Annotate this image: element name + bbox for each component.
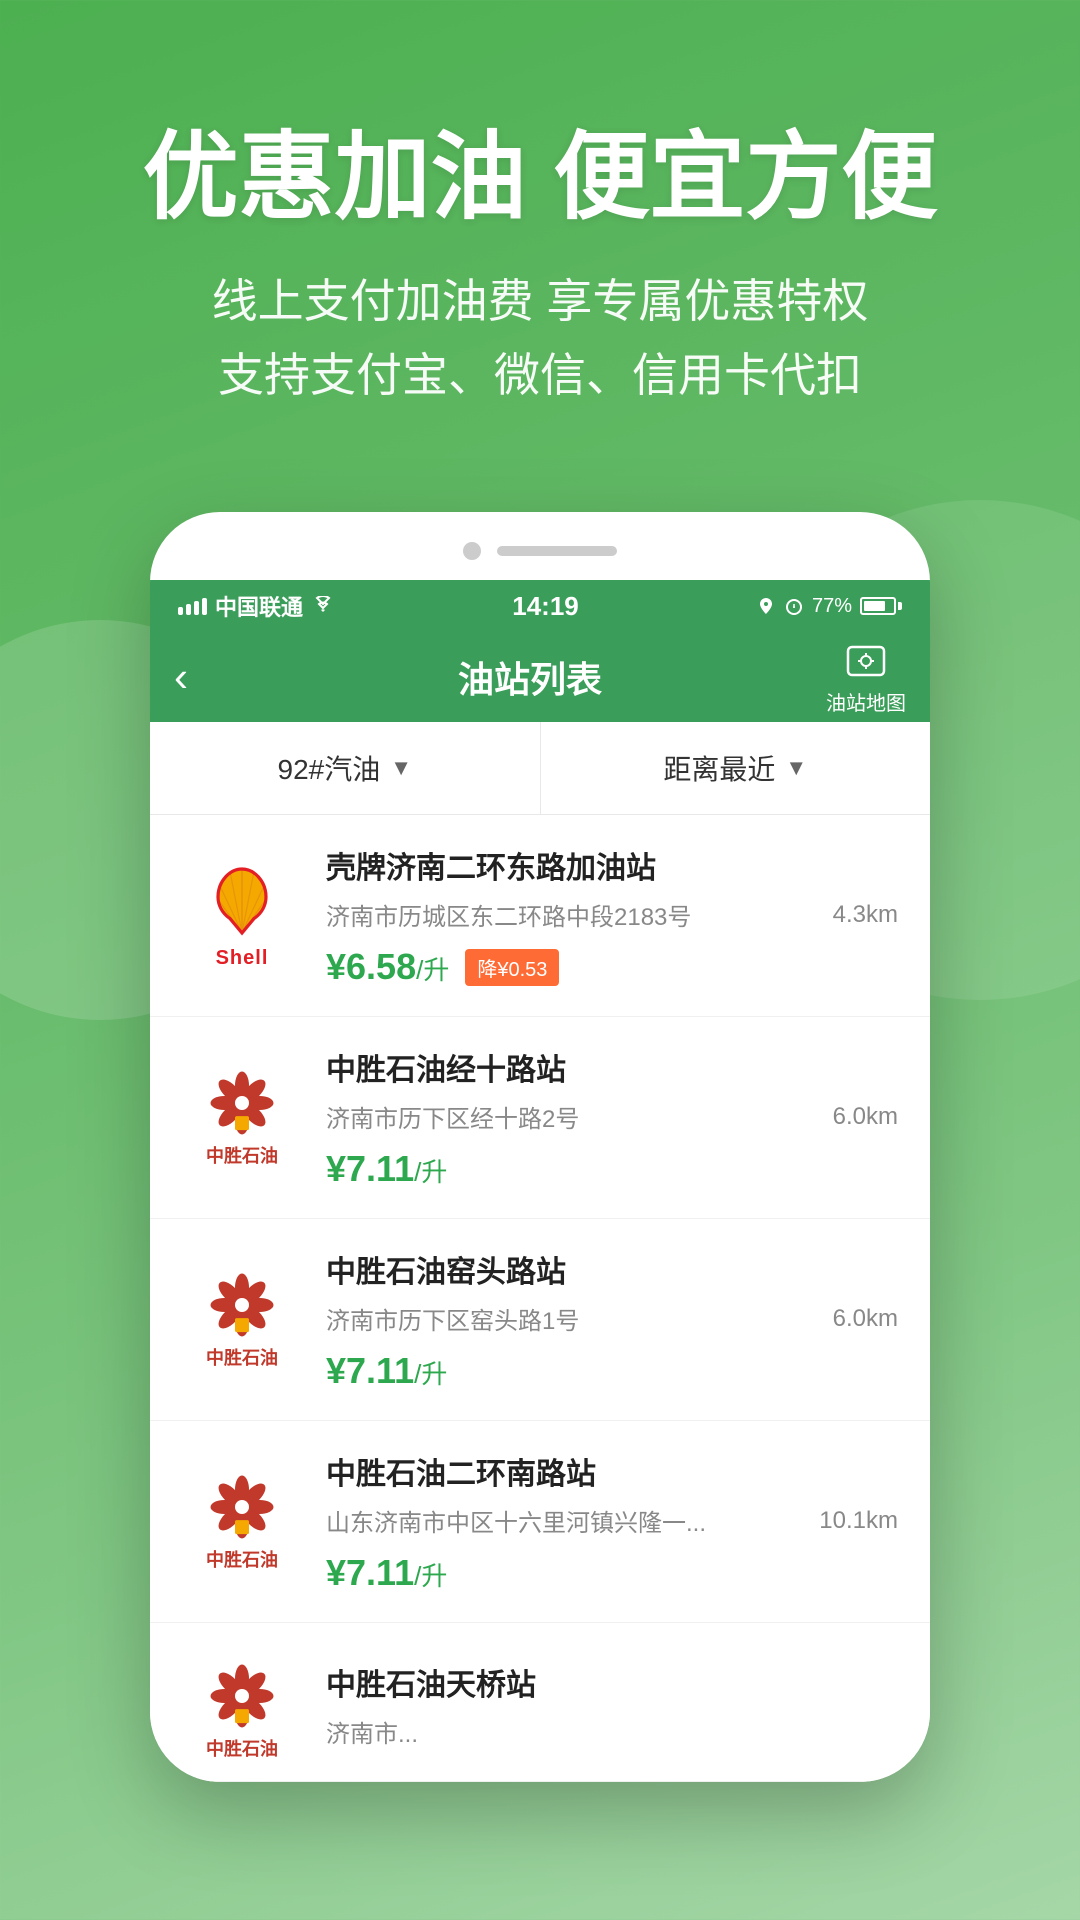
battery-icon (860, 597, 902, 615)
station-logo-shell: Shell (182, 856, 302, 976)
station-item[interactable]: 中胜石油 中胜石油窑头路站 济南市历下区窑头路1号 6.0km ¥7.11/升 (150, 1219, 930, 1421)
station-info-4: 中胜石油二环南路站 山东济南市中区十六里河镇兴隆一... 10.1km ¥7.1… (326, 1449, 898, 1594)
main-title: 优惠加油 便宜方便 (60, 120, 1020, 235)
station-info-5: 中胜石油天桥站 济南市... (326, 1660, 898, 1763)
discount-badge-1: 降¥0.53 (465, 949, 559, 986)
zhongsheng-brand-text-5: 中胜石油 (206, 1735, 278, 1761)
station-info-2: 中胜石油经十路站 济南市历下区经十路2号 6.0km ¥7.11/升 (326, 1045, 898, 1190)
carrier-label: 中国联通 (215, 590, 303, 622)
station-item[interactable]: 中胜石油 中胜石油天桥站 济南市... (150, 1623, 930, 1782)
station-name-5: 中胜石油天桥站 (326, 1660, 898, 1704)
status-time: 14:19 (512, 591, 579, 622)
price-row-2: ¥7.11/升 (326, 1148, 898, 1190)
station-address-1: 济南市历城区东二环路中段2183号 (326, 897, 691, 932)
navbar-title: 油站列表 (234, 651, 826, 703)
phone-mockup: 中国联通 14:19 77% (150, 512, 930, 1782)
sub-title: 线上支付加油费 享专属优惠特权 支持支付宝、微信、信用卡代扣 (60, 265, 1020, 412)
station-address-5: 济南市... (326, 1714, 418, 1749)
battery-percent: 77% (812, 595, 852, 618)
station-name-3: 中胜石油窑头路站 (326, 1247, 898, 1291)
filter-fuel-type[interactable]: 92#汽油 ▼ (150, 722, 541, 814)
station-logo-zhongsheng-3: 中胜石油 (182, 1260, 302, 1380)
filter-fuel-arrow: ▼ (390, 755, 412, 781)
station-distance-3: 6.0km (833, 1305, 898, 1333)
station-distance-1: 4.3km (833, 901, 898, 929)
sub-line2: 支持支付宝、微信、信用卡代扣 (60, 339, 1020, 413)
station-name-2: 中胜石油经十路站 (326, 1045, 898, 1089)
station-item[interactable]: 中胜石油 中胜石油经十路站 济南市历下区经十路2号 6.0km ¥7.11/升 (150, 1017, 930, 1219)
price-value-2: ¥7.11/升 (326, 1148, 447, 1190)
station-distance-2: 6.0km (833, 1103, 898, 1131)
station-logo-zhongsheng-2: 中胜石油 (182, 1058, 302, 1178)
header-section: 优惠加油 便宜方便 线上支付加油费 享专属优惠特权 支持支付宝、微信、信用卡代扣 (0, 0, 1080, 452)
shell-svg-icon (202, 861, 282, 941)
zhongsheng-svg-icon-5 (207, 1661, 277, 1731)
station-address-row-2: 济南市历下区经十路2号 6.0km (326, 1099, 898, 1134)
price-row-4: ¥7.11/升 (326, 1552, 898, 1594)
shell-brand-text: Shell (216, 947, 269, 970)
filter-distance[interactable]: 距离最近 ▼ (541, 722, 931, 814)
filter-fuel-label: 92#汽油 (278, 748, 381, 788)
sub-line1: 线上支付加油费 享专属优惠特权 (60, 265, 1020, 339)
station-address-row-1: 济南市历城区东二环路中段2183号 4.3km (326, 897, 898, 932)
phone-camera (463, 542, 481, 560)
map-btn-label: 油站地图 (826, 687, 906, 716)
station-item[interactable]: 中胜石油 中胜石油二环南路站 山东济南市中区十六里河镇兴隆一... 10.1km… (150, 1421, 930, 1623)
station-address-2: 济南市历下区经十路2号 (326, 1099, 579, 1134)
station-list: Shell 壳牌济南二环东路加油站 济南市历城区东二环路中段2183号 4.3k… (150, 815, 930, 1782)
station-address-row-3: 济南市历下区窑头路1号 6.0km (326, 1301, 898, 1336)
location-icon (756, 596, 776, 616)
station-logo-zhongsheng-5: 中胜石油 (182, 1651, 302, 1771)
station-name-1: 壳牌济南二环东路加油站 (326, 843, 898, 887)
status-right: 77% (756, 595, 902, 618)
phone-speaker (497, 546, 617, 556)
zhongsheng-svg-icon-3 (207, 1270, 277, 1340)
station-item[interactable]: Shell 壳牌济南二环东路加油站 济南市历城区东二环路中段2183号 4.3k… (150, 815, 930, 1017)
station-address-3: 济南市历下区窑头路1号 (326, 1301, 579, 1336)
phone-notch (150, 542, 930, 580)
price-row-3: ¥7.11/升 (326, 1350, 898, 1392)
status-bar: 中国联通 14:19 77% (150, 580, 930, 632)
map-icon (844, 639, 888, 683)
signal-icon (178, 597, 207, 615)
zhongsheng-svg-icon (207, 1068, 277, 1138)
alarm-icon (784, 596, 804, 616)
zhongsheng-brand-text-2: 中胜石油 (206, 1142, 278, 1168)
app-navbar: ‹ 油站列表 油站地图 (150, 632, 930, 722)
price-row-1: ¥6.58/升 降¥0.53 (326, 946, 898, 988)
back-button[interactable]: ‹ (174, 653, 234, 701)
station-distance-4: 10.1km (819, 1507, 898, 1535)
zhongsheng-brand-text-4: 中胜石油 (206, 1546, 278, 1572)
station-info-1: 壳牌济南二环东路加油站 济南市历城区东二环路中段2183号 4.3km ¥6.5… (326, 843, 898, 988)
status-left: 中国联通 (178, 590, 335, 622)
filter-distance-label: 距离最近 (663, 748, 775, 788)
station-name-4: 中胜石油二环南路站 (326, 1449, 898, 1493)
phone-mockup-wrapper: 中国联通 14:19 77% (0, 512, 1080, 1782)
filter-distance-arrow: ▼ (785, 755, 807, 781)
zhongsheng-brand-text-3: 中胜石油 (206, 1344, 278, 1370)
station-info-3: 中胜石油窑头路站 济南市历下区窑头路1号 6.0km ¥7.11/升 (326, 1247, 898, 1392)
station-logo-zhongsheng-4: 中胜石油 (182, 1462, 302, 1582)
station-address-4: 山东济南市中区十六里河镇兴隆一... (326, 1503, 706, 1538)
price-value-4: ¥7.11/升 (326, 1552, 447, 1594)
map-button[interactable]: 油站地图 (826, 639, 906, 716)
price-value-1: ¥6.58/升 (326, 946, 449, 988)
filter-bar: 92#汽油 ▼ 距离最近 ▼ (150, 722, 930, 815)
wifi-icon (311, 596, 335, 616)
zhongsheng-svg-icon-4 (207, 1472, 277, 1542)
station-address-row-5: 济南市... (326, 1714, 898, 1749)
station-address-row-4: 山东济南市中区十六里河镇兴隆一... 10.1km (326, 1503, 898, 1538)
price-value-3: ¥7.11/升 (326, 1350, 447, 1392)
